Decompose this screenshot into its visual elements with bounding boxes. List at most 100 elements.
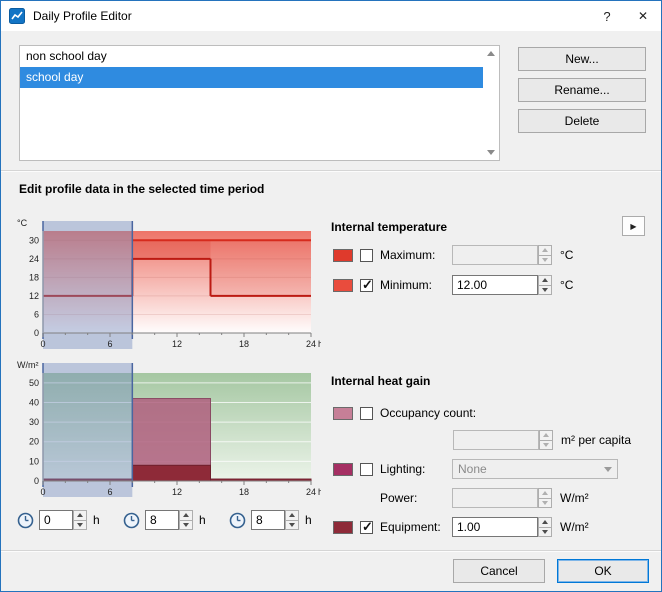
maximum-stepper[interactable]: [538, 245, 552, 265]
svg-text:18: 18: [239, 339, 249, 349]
spinner-down-icon[interactable]: [179, 520, 193, 530]
start-time-stepper[interactable]: [73, 510, 87, 530]
equipment-input[interactable]: [452, 517, 538, 537]
equipment-row: Equipment: W/m²: [333, 516, 589, 538]
list-item-selected[interactable]: school day: [20, 67, 483, 88]
occupancy-checkbox[interactable]: [360, 406, 373, 420]
maximum-label: Maximum:: [380, 248, 436, 262]
svg-text:6: 6: [107, 339, 112, 349]
svg-text:0: 0: [34, 328, 39, 338]
minimum-input[interactable]: [452, 275, 538, 295]
heat-gain-chart[interactable]: 0 10 20 30 40 50 0 6 12 18 24 h W/m²: [13, 357, 321, 501]
dialog-content: non school day school day New... Rename.…: [1, 31, 661, 591]
svg-text:0: 0: [40, 487, 45, 497]
svg-text:18: 18: [29, 272, 39, 282]
power-input[interactable]: [452, 488, 538, 508]
spinner-up-icon[interactable]: [285, 510, 299, 521]
new-button[interactable]: New...: [518, 47, 646, 71]
delete-button[interactable]: Delete: [518, 109, 646, 133]
power-row: Power: W/m²: [333, 487, 589, 509]
svg-text:18: 18: [239, 487, 249, 497]
svg-text:0: 0: [40, 339, 45, 349]
spinner-up-icon[interactable]: [538, 488, 552, 499]
spinner-down-icon[interactable]: [538, 498, 552, 508]
maximum-unit: °C: [560, 248, 574, 262]
list-scrollbar[interactable]: [483, 46, 499, 160]
spinner-up-icon[interactable]: [538, 275, 552, 286]
maximum-color-swatch[interactable]: [333, 248, 353, 262]
svg-text:30: 30: [29, 235, 39, 245]
spinner-up-icon[interactable]: [539, 430, 553, 441]
spinner-up-icon[interactable]: [73, 510, 87, 521]
duration-input[interactable]: [251, 510, 285, 530]
svg-text:12: 12: [172, 487, 182, 497]
svg-text:W/m²: W/m²: [17, 360, 39, 370]
close-icon[interactable]: ✕: [625, 1, 661, 31]
profile-list: non school day school day: [19, 45, 500, 161]
spinner-down-icon[interactable]: [285, 520, 299, 530]
occupancy-value-row: m² per capita: [333, 429, 631, 451]
end-time-input[interactable]: [145, 510, 179, 530]
svg-text:24: 24: [306, 487, 316, 497]
lighting-checkbox[interactable]: [360, 462, 373, 476]
maximum-input[interactable]: [452, 245, 538, 265]
spinner-up-icon[interactable]: [538, 517, 552, 528]
ok-button[interactable]: OK: [557, 559, 649, 583]
help-button[interactable]: ?: [589, 1, 625, 31]
lighting-dropdown[interactable]: None: [452, 459, 618, 479]
occupancy-label: Occupancy count:: [380, 406, 477, 420]
minimum-label: Minimum:: [380, 278, 433, 292]
scroll-down-icon[interactable]: [487, 150, 495, 155]
occupancy-stepper[interactable]: [539, 430, 553, 450]
svg-text:20: 20: [29, 437, 39, 447]
list-item[interactable]: non school day: [20, 46, 483, 67]
maximum-row: Maximum: °C: [333, 244, 573, 266]
occupancy-unit: m² per capita: [561, 433, 632, 447]
minimum-color-swatch[interactable]: [333, 278, 353, 292]
svg-text:°C: °C: [17, 218, 28, 228]
svg-text:6: 6: [34, 309, 39, 319]
spinner-down-icon[interactable]: [538, 527, 552, 537]
rename-button[interactable]: Rename...: [518, 78, 646, 102]
spinner-up-icon[interactable]: [179, 510, 193, 521]
clock-icon: [17, 512, 34, 528]
equipment-color-swatch[interactable]: [333, 520, 353, 534]
duration-stepper[interactable]: [285, 510, 299, 530]
flyout-arrow-icon: ▶: [630, 221, 637, 231]
svg-text:6: 6: [107, 487, 112, 497]
spinner-up-icon[interactable]: [538, 245, 552, 256]
titlebar: Daily Profile Editor ? ✕: [1, 1, 661, 31]
svg-text:24: 24: [306, 339, 316, 349]
separator: [1, 170, 661, 172]
occupancy-color-swatch[interactable]: [333, 406, 353, 420]
svg-text:h: h: [318, 487, 321, 497]
app-icon: [9, 8, 25, 24]
equipment-checkbox[interactable]: [360, 519, 373, 535]
lighting-row: Lighting: None: [333, 458, 618, 480]
power-stepper[interactable]: [538, 488, 552, 508]
spinner-down-icon[interactable]: [538, 255, 552, 265]
temperature-chart[interactable]: 0 6 12 18 24 30 0 6 12 18 24 h °C: [13, 215, 321, 353]
spinner-down-icon[interactable]: [538, 285, 552, 295]
equipment-stepper[interactable]: [538, 517, 552, 537]
equipment-unit: W/m²: [560, 520, 589, 534]
lighting-dropdown-value: None: [458, 462, 487, 476]
occupancy-input[interactable]: [453, 430, 539, 450]
clock-icon: [123, 512, 140, 528]
start-time-input[interactable]: [39, 510, 73, 530]
lighting-color-swatch[interactable]: [333, 462, 353, 476]
svg-text:12: 12: [29, 291, 39, 301]
scroll-up-icon[interactable]: [487, 51, 495, 56]
minimum-stepper[interactable]: [538, 275, 552, 295]
flyout-button[interactable]: ▶: [622, 216, 645, 236]
power-unit: W/m²: [560, 491, 589, 505]
cancel-button[interactable]: Cancel: [453, 559, 545, 583]
spinner-down-icon[interactable]: [539, 440, 553, 450]
end-time-stepper[interactable]: [179, 510, 193, 530]
spinner-down-icon[interactable]: [73, 520, 87, 530]
duration-unit: h: [305, 513, 312, 527]
power-label: Power:: [380, 491, 418, 505]
minimum-checkbox[interactable]: [360, 277, 373, 293]
maximum-checkbox[interactable]: [360, 248, 373, 262]
svg-text:12: 12: [172, 339, 182, 349]
